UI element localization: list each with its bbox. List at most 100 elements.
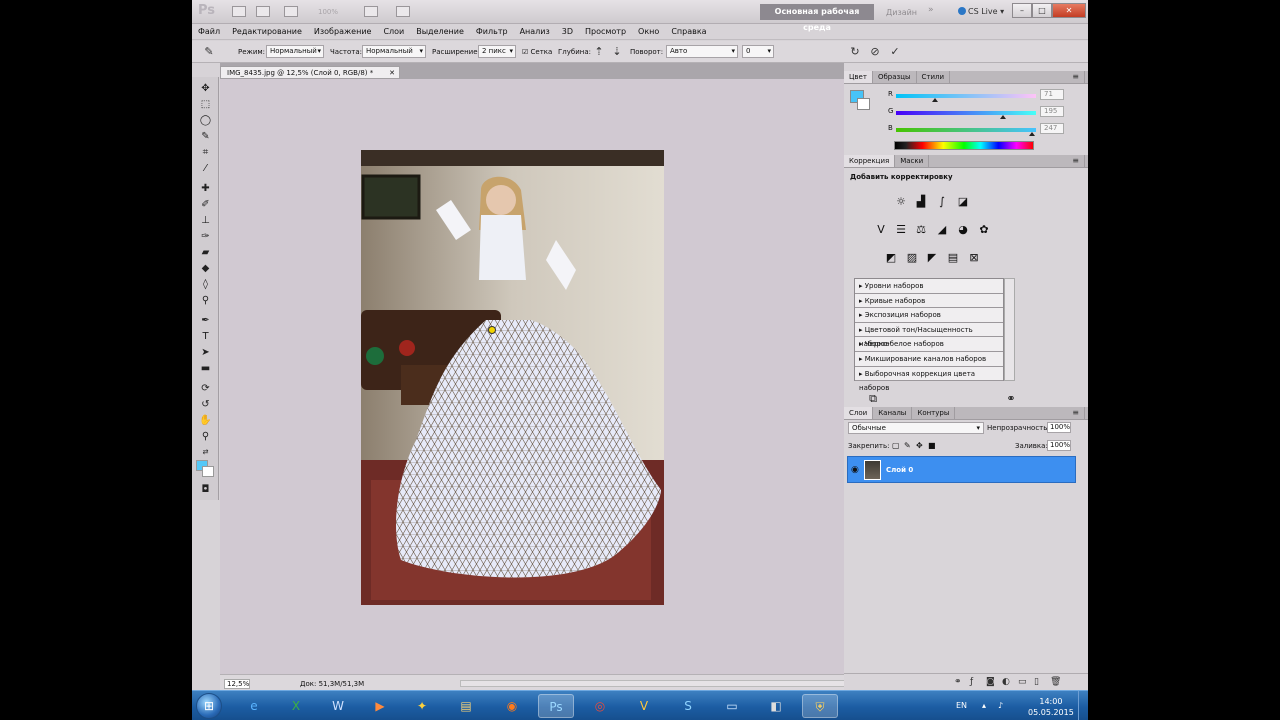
rotate-select[interactable]: Авто — [666, 45, 738, 58]
tab-adjustments[interactable]: Коррекция — [844, 155, 896, 167]
color-panel-menu-icon[interactable]: ≡ — [1067, 71, 1085, 83]
new-layer-icon[interactable]: ▯ — [1034, 677, 1039, 687]
mesh-checkbox[interactable]: ☑ Сетка — [522, 48, 552, 56]
lasso-tool-icon[interactable]: ◯ — [198, 114, 213, 127]
blue-value[interactable]: 247 — [1040, 123, 1064, 134]
green-knob[interactable] — [1000, 115, 1007, 119]
curves-icon[interactable]: ∫ — [935, 195, 949, 209]
blue-knob[interactable] — [1028, 132, 1035, 136]
start-button[interactable]: ⊞ — [196, 693, 222, 719]
layer-row[interactable]: ◉ Слой 0 — [847, 456, 1076, 483]
lock-pixels-icon[interactable]: ✎ — [904, 441, 911, 450]
quick-select-tool-icon[interactable]: ✎ — [198, 130, 213, 143]
preset-exposure[interactable]: Экспозиция наборов — [855, 308, 1003, 323]
language-indicator[interactable]: EN — [956, 701, 967, 710]
hand-tool-icon[interactable]: ✋ — [198, 414, 213, 427]
puppet-pin-tool-icon[interactable]: ✎ — [202, 44, 216, 59]
lock-position-icon[interactable]: ✥ — [916, 441, 923, 450]
pen-tool-icon[interactable]: ✒ — [198, 314, 213, 327]
excel-icon[interactable]: X — [278, 694, 314, 718]
photo-bride[interactable] — [361, 150, 664, 605]
preset-black-white[interactable]: Черно-белое наборов — [855, 337, 1003, 352]
photoshop-taskbar-icon[interactable]: Ps — [538, 694, 574, 718]
layer-style-icon[interactable]: ƒ — [970, 677, 973, 687]
eraser-tool-icon[interactable]: ▰ — [198, 246, 213, 259]
commit-transform-icon[interactable]: ✓ — [888, 44, 902, 59]
status-zoom-field[interactable]: 12,5% — [224, 679, 250, 689]
posterize-icon[interactable]: ▨ — [905, 251, 919, 265]
density-select[interactable]: Нормальный — [362, 45, 426, 58]
color-spectrum-bar[interactable] — [894, 141, 1034, 150]
document-close-icon[interactable]: ✕ — [389, 67, 395, 79]
menu-analysis[interactable]: Анализ — [520, 24, 550, 39]
zoom-tool-icon[interactable]: ⚲ — [198, 430, 213, 443]
menu-file[interactable]: Файл — [198, 24, 220, 39]
internet-explorer-icon[interactable]: e — [236, 694, 272, 718]
system-clock[interactable]: 14:00 05.05.2015 — [1028, 696, 1074, 718]
depth-down-icon[interactable]: ⇣ — [610, 44, 624, 59]
brush-tool-icon[interactable]: ✐ — [198, 198, 213, 211]
clip-to-layer-icon[interactable]: ⚭ — [1004, 392, 1018, 406]
preset-hue-saturation[interactable]: Цветовой тон/Насыщенность наборов — [855, 323, 1003, 348]
link-layers-icon[interactable]: ⚭ — [954, 677, 962, 687]
swap-colors-icon[interactable]: ⇄ — [198, 446, 213, 459]
tab-masks[interactable]: Маски — [895, 155, 930, 167]
dodge-tool-icon[interactable]: ⚲ — [198, 294, 213, 307]
new-group-icon[interactable]: ▭ — [1018, 677, 1027, 687]
marquee-tool-icon[interactable]: ⬚ — [198, 98, 213, 111]
camera-icon[interactable]: ◧ — [758, 694, 794, 718]
quick-mask-icon[interactable]: ◘ — [198, 483, 213, 496]
screen-mode-icon[interactable] — [396, 6, 410, 17]
color-panel-swatches[interactable] — [850, 90, 872, 112]
security-shield-icon[interactable]: ⛨ — [802, 694, 838, 718]
menu-select[interactable]: Выделение — [416, 24, 464, 39]
menu-layers[interactable]: Слои — [383, 24, 404, 39]
status-doc-size[interactable]: Док: 51,3М/51,3М — [300, 680, 364, 688]
3d-rotate-tool-icon[interactable]: ⟳ — [198, 382, 213, 395]
volume-icon[interactable]: ♪ — [998, 701, 1003, 710]
preset-curves[interactable]: Кривые наборов — [855, 294, 1003, 309]
gradient-tool-icon[interactable]: ◆ — [198, 262, 213, 275]
opacity-input[interactable]: 100% — [1047, 422, 1071, 433]
blur-tool-icon[interactable]: ◊ — [198, 278, 213, 291]
red-knob[interactable] — [931, 98, 938, 102]
menu-image[interactable]: Изображение — [314, 24, 372, 39]
adjustments-panel-menu-icon[interactable]: ≡ — [1067, 155, 1085, 167]
mode-select[interactable]: Нормальный — [266, 45, 324, 58]
close-button[interactable]: ✕ — [1052, 3, 1086, 18]
3d-orbit-tool-icon[interactable]: ↺ — [198, 398, 213, 411]
invert-icon[interactable]: ◩ — [884, 251, 898, 265]
menu-filter[interactable]: Фильтр — [476, 24, 508, 39]
eyedropper-tool-icon[interactable]: ⁄ — [198, 162, 213, 175]
cs-live-button[interactable]: CS Live ▾ — [958, 7, 1004, 16]
add-mask-icon[interactable]: ◙ — [986, 677, 995, 687]
color-swatches[interactable] — [196, 460, 216, 480]
clone-stamp-tool-icon[interactable]: ⊥ — [198, 214, 213, 227]
exposure-icon[interactable]: ◪ — [956, 195, 970, 209]
firefox-icon[interactable]: ◉ — [494, 694, 530, 718]
media-player-icon[interactable]: ▶ — [362, 694, 398, 718]
new-adjustment-layer-icon[interactable]: ◐ — [1002, 677, 1010, 687]
paint-icon[interactable]: ✦ — [404, 694, 440, 718]
layer-name[interactable]: Слой 0 — [886, 466, 913, 474]
tab-swatches[interactable]: Образцы — [873, 71, 917, 83]
color-panel-background[interactable] — [857, 98, 870, 110]
workspace-design-button[interactable]: Дизайн — [886, 8, 917, 17]
lock-all-icon[interactable]: ■ — [928, 441, 936, 450]
minimize-button[interactable]: – — [1012, 3, 1032, 18]
vector-app-icon[interactable]: V — [626, 694, 662, 718]
tray-show-hidden-icon[interactable]: ▴ — [982, 701, 986, 710]
show-desktop-button[interactable] — [1078, 691, 1088, 720]
chrome-icon[interactable]: ◎ — [582, 694, 618, 718]
workspace-more-button[interactable]: » — [928, 5, 934, 15]
type-tool-icon[interactable]: T — [198, 330, 213, 343]
monitor-icon[interactable]: ▭ — [714, 694, 750, 718]
blend-mode-select[interactable]: Обычные — [848, 422, 984, 434]
tab-styles[interactable]: Стили — [917, 71, 951, 83]
crop-tool-icon[interactable]: ⌗ — [198, 146, 213, 159]
gradient-map-icon[interactable]: ▤ — [946, 251, 960, 265]
document-tab[interactable]: IMG_8435.jpg @ 12,5% (Слой 0, RGB/8) * ✕ — [220, 66, 400, 79]
bridge-icon[interactable] — [232, 6, 246, 17]
vibrance-icon[interactable]: V — [874, 223, 888, 237]
lock-transparency-icon[interactable]: ▢ — [892, 441, 900, 450]
